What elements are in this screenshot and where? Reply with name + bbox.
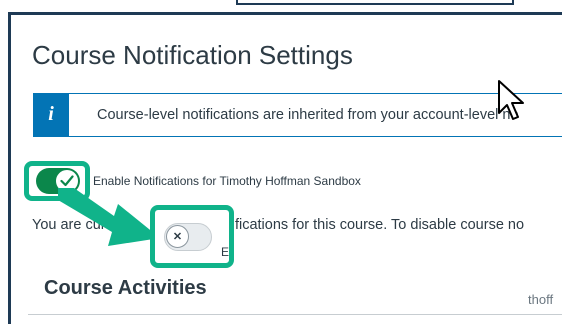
close-icon: ✕ [166, 225, 189, 248]
divider [28, 314, 562, 315]
course-activities-heading: Course Activities [44, 277, 207, 299]
info-icon: i [33, 92, 69, 137]
toggle-off-label: E [221, 245, 230, 259]
chevron-down-icon: ⌄ [490, 0, 498, 3]
notice-text-end: otifications for this course. To disable… [219, 217, 525, 233]
top-input-edge[interactable]: ⌄ [236, 0, 514, 5]
watermark-text: thoff [528, 292, 554, 307]
info-banner-text: Course-level notifications are inherited… [97, 107, 519, 123]
info-banner: i Course-level notifications are inherit… [33, 92, 562, 137]
top-bar: ⌄ [0, 0, 562, 10]
page-title: Course Notification Settings [32, 40, 353, 70]
mouse-cursor-icon [498, 80, 524, 120]
disabled-notifications-toggle[interactable]: ✕ [164, 223, 212, 251]
